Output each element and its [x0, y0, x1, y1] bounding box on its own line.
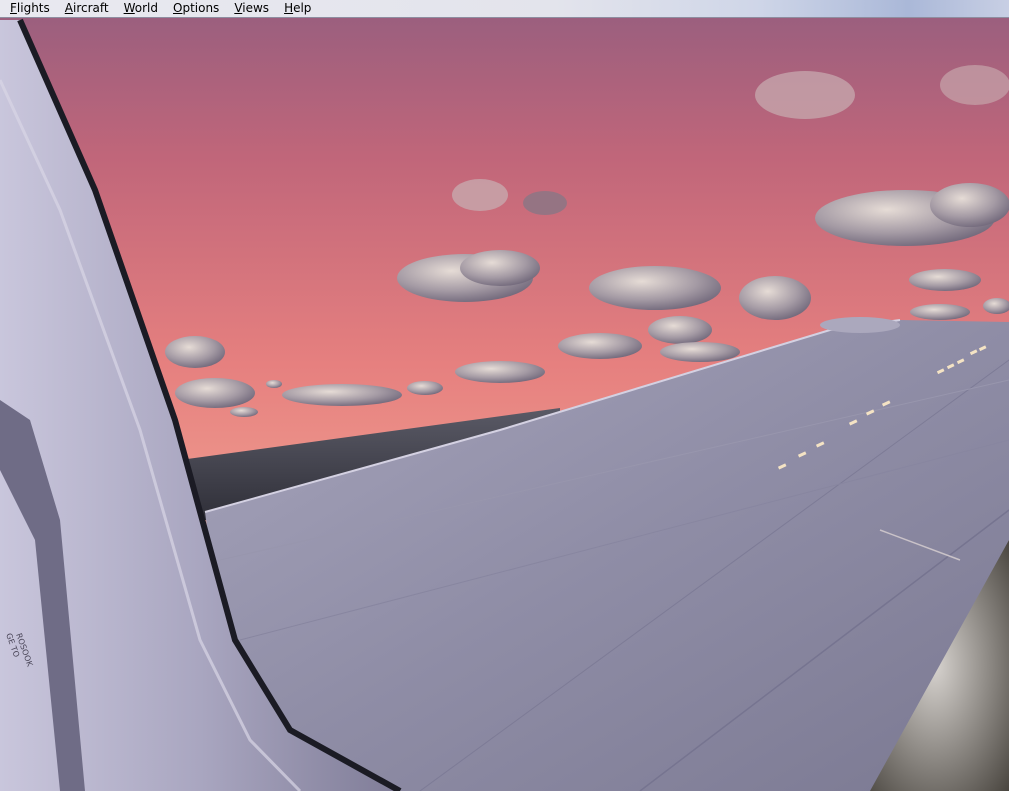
3d-viewport[interactable]: GE TO ROSOOK — [0, 17, 1009, 791]
menu-flights-label: lights — [16, 1, 50, 15]
menu-views-label: iews — [242, 1, 270, 15]
menu-world-label: orld — [134, 1, 158, 15]
menu-help-label: elp — [293, 1, 312, 15]
menu-options-label: ptions — [182, 1, 220, 15]
menu-bar: Flights Aircraft World Options Views Hel… — [0, 0, 1009, 18]
flight-simulator-window: Flights Aircraft World Options Views Hel… — [0, 0, 1009, 791]
menu-aircraft-mnemonic: A — [64, 1, 73, 15]
menu-flights-mnemonic: F — [10, 1, 17, 15]
menu-help[interactable]: Help — [274, 0, 316, 17]
menu-flights[interactable]: Flights — [0, 0, 55, 17]
cockpit-view-render: GE TO ROSOOK — [0, 17, 1009, 791]
menu-aircraft[interactable]: Aircraft — [55, 0, 114, 17]
menu-views[interactable]: Views — [224, 0, 274, 17]
menu-aircraft-label: ircraft — [72, 1, 109, 15]
menu-world-mnemonic: W — [123, 1, 135, 15]
menu-help-mnemonic: H — [284, 1, 294, 15]
menu-options[interactable]: Options — [163, 0, 224, 17]
menu-world[interactable]: World — [114, 0, 163, 17]
